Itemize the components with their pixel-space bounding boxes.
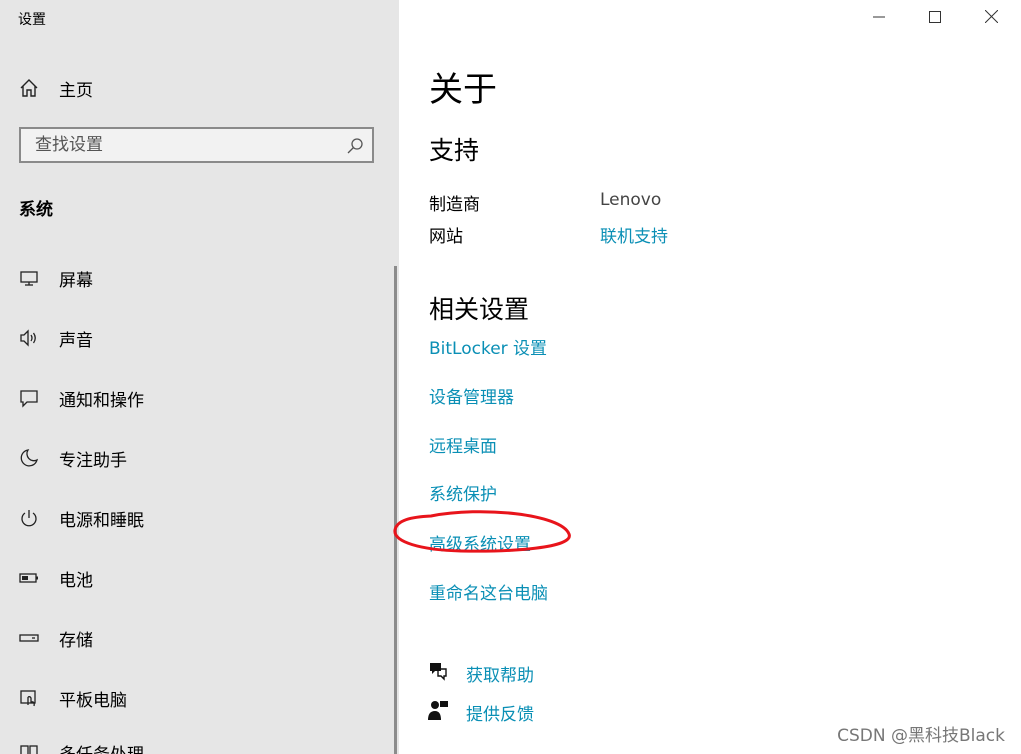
maximize-icon bbox=[929, 8, 941, 27]
feedback-link[interactable]: 提供反馈 bbox=[466, 700, 534, 725]
related-settings-heading: 相关设置 bbox=[429, 295, 530, 324]
sidebar: 设置 主页 系统 屏幕 声音 通知和操作 专注助手 bbox=[0, 0, 399, 754]
main-pane: 关于 支持 制造商 Lenovo 网站 联机支持 相关设置 BitLocker … bbox=[393, 0, 1021, 754]
sidebar-item-power[interactable]: 电源和睡眠 bbox=[0, 498, 390, 538]
notification-icon bbox=[18, 387, 40, 409]
manufacturer-value: Lenovo bbox=[600, 190, 662, 210]
sidebar-item-label: 声音 bbox=[59, 330, 93, 351]
get-help-link[interactable]: 获取帮助 bbox=[466, 661, 534, 686]
tablet-icon bbox=[18, 687, 40, 709]
sidebar-item-home[interactable]: 主页 bbox=[0, 68, 390, 108]
moon-icon bbox=[18, 447, 40, 469]
support-heading: 支持 bbox=[429, 136, 480, 165]
rename-pc-link[interactable]: 重命名这台电脑 bbox=[429, 579, 548, 604]
minimize-icon bbox=[873, 8, 885, 27]
close-button[interactable] bbox=[963, 0, 1019, 34]
section-label: 系统 bbox=[19, 200, 53, 220]
get-help-row[interactable]: 获取帮助 bbox=[427, 660, 534, 686]
speaker-icon bbox=[18, 327, 40, 349]
search-input[interactable] bbox=[21, 129, 355, 161]
app-title: 设置 bbox=[18, 12, 46, 28]
storage-icon bbox=[18, 627, 40, 649]
sidebar-item-label: 电池 bbox=[59, 570, 93, 591]
help-chat-icon bbox=[427, 660, 449, 686]
red-annotation-ellipse bbox=[393, 510, 571, 553]
sidebar-item-battery[interactable]: 电池 bbox=[0, 558, 390, 598]
sidebar-item-label: 电源和睡眠 bbox=[59, 510, 144, 531]
home-icon bbox=[18, 77, 40, 99]
sidebar-item-sound[interactable]: 声音 bbox=[0, 318, 390, 358]
device-manager-link[interactable]: 设备管理器 bbox=[429, 383, 514, 408]
multitask-icon bbox=[18, 741, 40, 754]
sidebar-item-storage[interactable]: 存储 bbox=[0, 618, 390, 658]
website-label: 网站 bbox=[429, 227, 463, 247]
search-icon[interactable] bbox=[346, 137, 364, 155]
watermark: CSDN @黑科技Black bbox=[837, 726, 1005, 746]
online-support-link[interactable]: 联机支持 bbox=[600, 222, 668, 247]
sidebar-item-notifications[interactable]: 通知和操作 bbox=[0, 378, 390, 418]
feedback-row[interactable]: 提供反馈 bbox=[427, 699, 534, 725]
search-box[interactable] bbox=[19, 127, 374, 163]
close-icon bbox=[984, 8, 998, 27]
manufacturer-label: 制造商 bbox=[429, 195, 480, 215]
sidebar-item-label: 通知和操作 bbox=[59, 390, 144, 411]
system-protection-link[interactable]: 系统保护 bbox=[429, 480, 497, 505]
sidebar-item-label: 主页 bbox=[59, 80, 93, 101]
monitor-icon bbox=[18, 267, 40, 289]
minimize-button[interactable] bbox=[851, 0, 907, 34]
page-title: 关于 bbox=[429, 70, 497, 110]
sidebar-item-label: 屏幕 bbox=[59, 270, 93, 291]
battery-icon bbox=[18, 567, 40, 589]
sidebar-item-display[interactable]: 屏幕 bbox=[0, 258, 390, 298]
sidebar-item-label: 多任务处理 bbox=[59, 740, 144, 754]
power-icon bbox=[18, 507, 40, 529]
sidebar-item-tablet[interactable]: 平板电脑 bbox=[0, 678, 390, 718]
sidebar-item-label: 专注助手 bbox=[59, 450, 127, 471]
remote-desktop-link[interactable]: 远程桌面 bbox=[429, 432, 497, 457]
feedback-icon bbox=[427, 699, 449, 725]
sidebar-item-multitasking[interactable]: 多任务处理 bbox=[0, 732, 390, 754]
sidebar-item-label: 存储 bbox=[59, 630, 93, 651]
bitlocker-settings-link[interactable]: BitLocker 设置 bbox=[429, 334, 547, 359]
maximize-button[interactable] bbox=[907, 0, 963, 34]
sidebar-item-focus-assist[interactable]: 专注助手 bbox=[0, 438, 390, 478]
sidebar-item-label: 平板电脑 bbox=[59, 690, 127, 711]
